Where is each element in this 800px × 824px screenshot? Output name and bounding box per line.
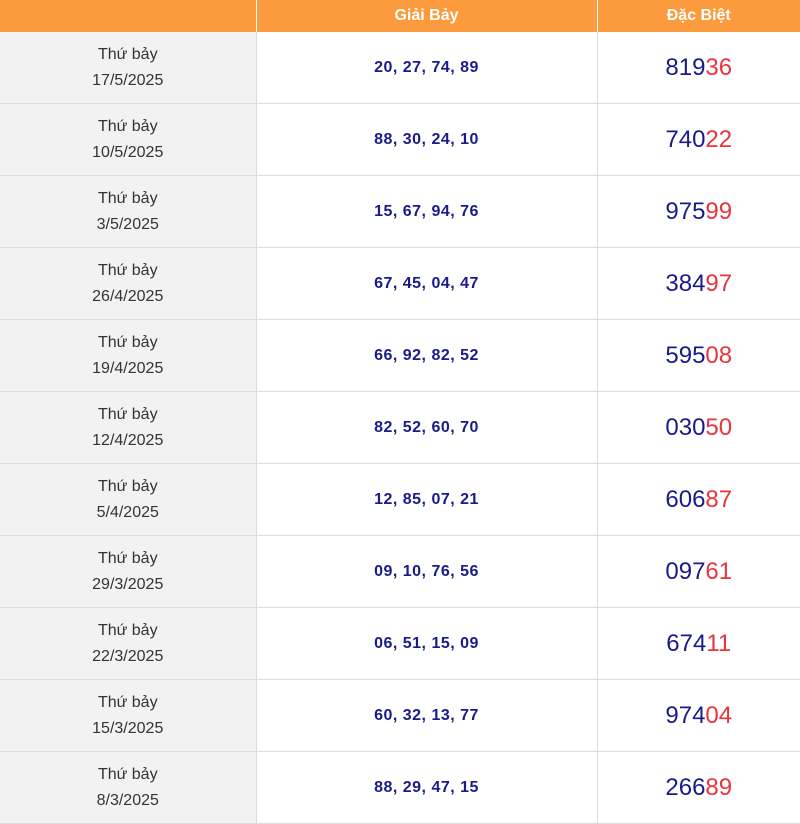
giai-bay-numbers: 88, 30, 24, 10 [256, 103, 598, 176]
giai-bay-numbers: 88, 29, 47, 15 [256, 751, 598, 824]
dac-biet-cell: 81936 [597, 32, 800, 104]
draw-date: 15/3/2025 [92, 719, 164, 737]
weekday-label: Thứ bảy [97, 693, 158, 711]
date-cell: Thứ bảy 10/5/2025 [0, 103, 257, 176]
dac-biet-tail-digits: 11 [706, 629, 732, 657]
dac-biet-tail-digits: 87 [705, 485, 733, 513]
date-cell: Thứ bảy 8/3/2025 [0, 751, 257, 824]
dac-biet-tail-digits: 36 [705, 53, 733, 81]
result-row: Thứ bảy 26/4/2025 67, 45, 04, 47 38497 [0, 247, 800, 320]
date-cell: Thứ bảy 29/3/2025 [0, 535, 257, 608]
giai-bay-numbers: 15, 67, 94, 76 [256, 175, 598, 248]
dac-biet-tail-digits: 99 [705, 197, 733, 225]
giai-bay-numbers: 66, 92, 82, 52 [256, 319, 598, 392]
dac-biet-cell: 03050 [597, 391, 800, 464]
result-row: Thứ bảy 22/3/2025 06, 51, 15, 09 67411 [0, 607, 800, 680]
giai-bay-numbers: 20, 27, 74, 89 [256, 32, 598, 104]
result-row: Thứ bảy 29/3/2025 09, 10, 76, 56 09761 [0, 535, 800, 608]
dac-biet-head-digits: 974 [665, 701, 706, 729]
dac-biet-head-digits: 266 [665, 773, 706, 801]
dac-biet-head-digits: 384 [665, 269, 706, 297]
date-cell: Thứ bảy 15/3/2025 [0, 679, 257, 752]
date-cell: Thứ bảy 17/5/2025 [0, 32, 257, 104]
dac-biet-cell: 38497 [597, 247, 800, 320]
dac-biet-cell: 26689 [597, 751, 800, 824]
result-row: Thứ bảy 17/5/2025 20, 27, 74, 89 81936 [0, 32, 800, 104]
result-row: Thứ bảy 12/4/2025 82, 52, 60, 70 03050 [0, 391, 800, 464]
result-row: Thứ bảy 5/4/2025 12, 85, 07, 21 60687 [0, 463, 800, 536]
dac-biet-cell: 97599 [597, 175, 800, 248]
draw-date: 29/3/2025 [92, 575, 164, 593]
result-row: Thứ bảy 8/3/2025 88, 29, 47, 15 26689 [0, 751, 800, 824]
dac-biet-tail-digits: 04 [705, 701, 733, 729]
dac-biet-cell: 97404 [597, 679, 800, 752]
date-cell: Thứ bảy 22/3/2025 [0, 607, 257, 680]
giai-bay-numbers: 60, 32, 13, 77 [256, 679, 598, 752]
draw-date: 5/4/2025 [96, 503, 159, 521]
results-table: Giải Bảy Đặc Biệt Thứ bảy 17/5/2025 20, 27… [0, 0, 800, 824]
dac-biet-tail-digits: 50 [705, 413, 733, 441]
giai-bay-numbers: 06, 51, 15, 09 [256, 607, 598, 680]
dac-biet-tail-digits: 61 [705, 557, 733, 585]
weekday-label: Thứ bảy [97, 405, 158, 423]
dac-biet-head-digits: 819 [665, 53, 706, 81]
draw-date: 8/3/2025 [96, 791, 159, 809]
header-giai-bay: Giải Bảy [256, 0, 598, 32]
dac-biet-head-digits: 030 [665, 413, 706, 441]
result-row: Thứ bảy 19/4/2025 66, 92, 82, 52 59508 [0, 319, 800, 392]
weekday-label: Thứ bảy [97, 477, 158, 495]
dac-biet-cell: 74022 [597, 103, 800, 176]
draw-date: 3/5/2025 [96, 215, 159, 233]
result-row: Thứ bảy 3/5/2025 15, 67, 94, 76 97599 [0, 175, 800, 248]
date-cell: Thứ bảy 5/4/2025 [0, 463, 257, 536]
weekday-label: Thứ bảy [97, 765, 158, 783]
dac-biet-head-digits: 975 [665, 197, 706, 225]
result-row: Thứ bảy 10/5/2025 88, 30, 24, 10 74022 [0, 103, 800, 176]
dac-biet-head-digits: 606 [665, 485, 706, 513]
header-dac-biet: Đặc Biệt [597, 0, 800, 32]
dac-biet-cell: 09761 [597, 535, 800, 608]
draw-date: 26/4/2025 [92, 287, 164, 305]
draw-date: 12/4/2025 [92, 431, 164, 449]
dac-biet-cell: 67411 [597, 607, 800, 680]
giai-bay-numbers: 12, 85, 07, 21 [256, 463, 598, 536]
result-row: Thứ bảy 15/3/2025 60, 32, 13, 77 97404 [0, 679, 800, 752]
dac-biet-head-digits: 595 [665, 341, 706, 369]
dac-biet-cell: 60687 [597, 463, 800, 536]
dac-biet-tail-digits: 08 [705, 341, 733, 369]
date-cell: Thứ bảy 12/4/2025 [0, 391, 257, 464]
date-cell: Thứ bảy 26/4/2025 [0, 247, 257, 320]
weekday-label: Thứ bảy [97, 549, 158, 567]
weekday-label: Thứ bảy [97, 333, 158, 351]
header-row: Giải Bảy Đặc Biệt [0, 0, 800, 32]
weekday-label: Thứ bảy [97, 621, 158, 639]
date-cell: Thứ bảy 19/4/2025 [0, 319, 257, 392]
weekday-label: Thứ bảy [97, 45, 158, 63]
dac-biet-tail-digits: 97 [705, 269, 733, 297]
dac-biet-head-digits: 674 [666, 629, 707, 657]
dac-biet-tail-digits: 22 [705, 125, 733, 153]
header-date [0, 0, 257, 32]
giai-bay-numbers: 09, 10, 76, 56 [256, 535, 598, 608]
giai-bay-numbers: 67, 45, 04, 47 [256, 247, 598, 320]
giai-bay-numbers: 82, 52, 60, 70 [256, 391, 598, 464]
dac-biet-cell: 59508 [597, 319, 800, 392]
draw-date: 17/5/2025 [92, 71, 164, 89]
dac-biet-head-digits: 097 [665, 557, 706, 585]
date-cell: Thứ bảy 3/5/2025 [0, 175, 257, 248]
weekday-label: Thứ bảy [97, 117, 158, 135]
draw-date: 19/4/2025 [92, 359, 164, 377]
draw-date: 22/3/2025 [92, 647, 164, 665]
weekday-label: Thứ bảy [97, 261, 158, 279]
dac-biet-tail-digits: 89 [705, 773, 733, 801]
draw-date: 10/5/2025 [92, 143, 164, 161]
dac-biet-head-digits: 740 [665, 125, 706, 153]
weekday-label: Thứ bảy [97, 189, 158, 207]
